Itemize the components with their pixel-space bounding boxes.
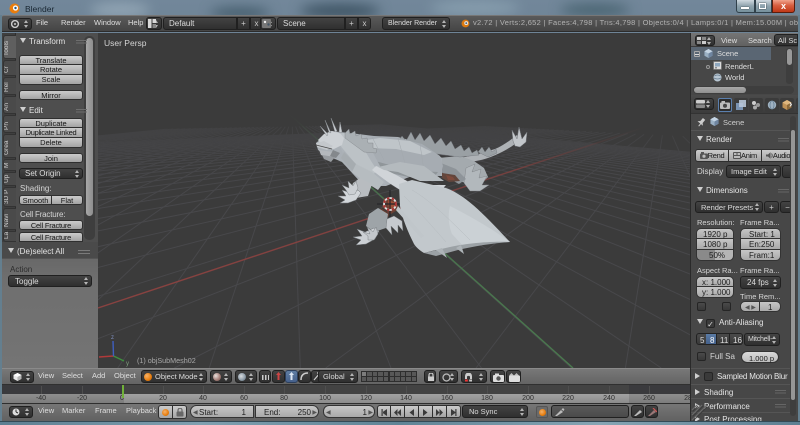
svg-text:User Persp: User Persp (104, 38, 147, 48)
svg-text:(1) objSubMesh02: (1) objSubMesh02 (137, 356, 196, 365)
svg-text:y: y (126, 361, 129, 367)
svg-text:z: z (111, 335, 114, 341)
